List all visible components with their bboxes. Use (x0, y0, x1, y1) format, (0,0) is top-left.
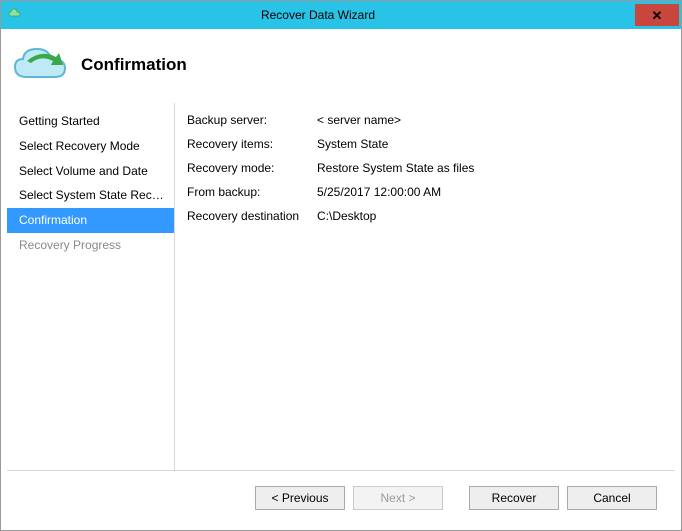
field-from-backup: From backup: 5/25/2017 12:00:00 AM (187, 185, 663, 199)
step-select-recovery-mode[interactable]: Select Recovery Mode (7, 134, 174, 159)
from-backup-value: 5/25/2017 12:00:00 AM (317, 185, 663, 199)
page-title: Confirmation (81, 55, 187, 75)
step-select-system-state[interactable]: Select System State Reco... (7, 183, 174, 208)
wizard-header: Confirmation (7, 35, 675, 103)
app-icon (7, 6, 23, 22)
previous-button[interactable]: < Previous (255, 486, 345, 510)
cancel-button[interactable]: Cancel (567, 486, 657, 510)
field-recovery-destination: Recovery destination C:\Desktop (187, 209, 663, 223)
field-backup-server: Backup server: < server name> (187, 113, 663, 127)
recover-button[interactable]: Recover (469, 486, 559, 510)
titlebar: Recover Data Wizard ✕ (1, 1, 681, 29)
field-recovery-items: Recovery items: System State (187, 137, 663, 151)
wizard-steps-sidebar: Getting Started Select Recovery Mode Sel… (7, 103, 175, 470)
wizard-window: Recover Data Wizard ✕ Confirmation Getti… (0, 0, 682, 531)
wizard-footer: < Previous Next > Recover Cancel (7, 470, 675, 524)
backup-server-label: Backup server: (187, 113, 317, 127)
step-select-volume-date[interactable]: Select Volume and Date (7, 159, 174, 184)
backup-server-value: < server name> (317, 113, 663, 127)
next-button: Next > (353, 486, 443, 510)
close-icon: ✕ (652, 9, 663, 22)
window-body: Confirmation Getting Started Select Reco… (1, 29, 681, 530)
recovery-items-value: System State (317, 137, 663, 151)
content-area: Getting Started Select Recovery Mode Sel… (7, 103, 675, 470)
recovery-items-label: Recovery items: (187, 137, 317, 151)
close-button[interactable]: ✕ (635, 4, 679, 26)
inner-panel: Confirmation Getting Started Select Reco… (7, 35, 675, 524)
step-getting-started[interactable]: Getting Started (7, 109, 174, 134)
cloud-recover-icon (11, 45, 73, 85)
recovery-mode-label: Recovery mode: (187, 161, 317, 175)
recovery-mode-value: Restore System State as files (317, 161, 663, 175)
from-backup-label: From backup: (187, 185, 317, 199)
main-panel: Backup server: < server name> Recovery i… (175, 103, 675, 470)
step-confirmation[interactable]: Confirmation (7, 208, 174, 233)
window-title: Recover Data Wizard (1, 8, 635, 22)
recovery-dest-label: Recovery destination (187, 209, 317, 223)
field-recovery-mode: Recovery mode: Restore System State as f… (187, 161, 663, 175)
step-recovery-progress: Recovery Progress (7, 233, 174, 258)
recovery-dest-value: C:\Desktop (317, 209, 663, 223)
